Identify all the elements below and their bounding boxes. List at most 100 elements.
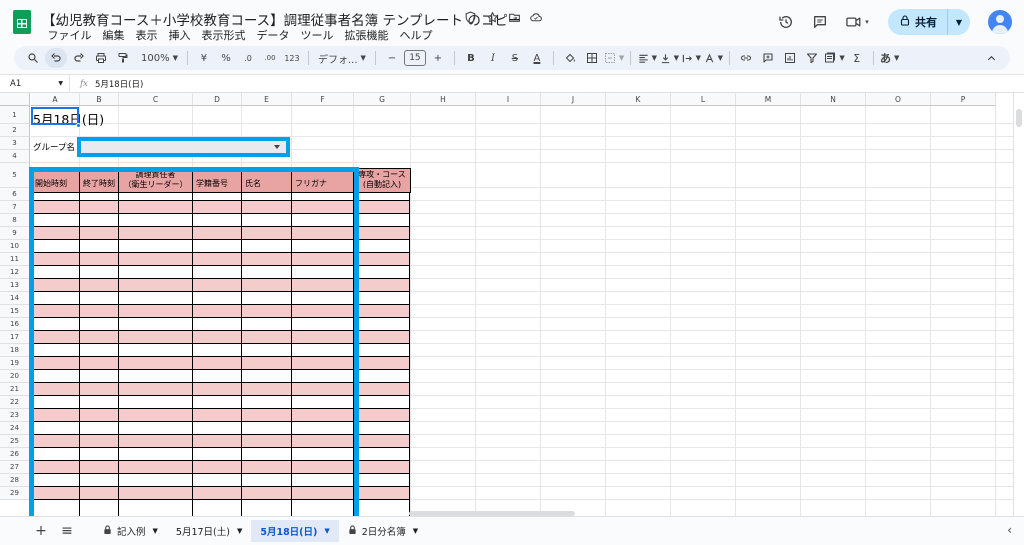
row-header[interactable]: 24 (0, 422, 30, 435)
text-wrap-icon[interactable]: ▼ (681, 48, 701, 68)
menu-view[interactable]: 表示 (130, 27, 163, 43)
star-icon[interactable] (484, 11, 500, 27)
menu-tools[interactable]: ツール (295, 27, 339, 43)
horizontal-align-icon[interactable]: ▼ (637, 48, 657, 68)
text-rotation-icon[interactable]: ▼ (703, 48, 723, 68)
menu-extensions[interactable]: 拡張機能 (339, 27, 394, 43)
row-header[interactable]: 25 (0, 435, 30, 448)
row-header[interactable]: 15 (0, 305, 30, 318)
column-header[interactable]: F (292, 93, 354, 106)
shield-icon[interactable] (462, 11, 478, 27)
row-header[interactable]: 27 (0, 461, 30, 474)
sheet-tab-example[interactable]: 記入例 ▼ (94, 520, 167, 542)
column-header[interactable]: G (354, 93, 411, 106)
row-header[interactable]: 18 (0, 344, 30, 357)
menu-help[interactable]: ヘルプ (394, 27, 438, 43)
row-header[interactable]: 19 (0, 357, 30, 370)
bold-button[interactable]: B (461, 48, 481, 68)
column-header[interactable]: N (801, 93, 866, 106)
add-sheet-icon[interactable]: + (30, 523, 52, 539)
row-header[interactable]: 9 (0, 227, 30, 240)
user-avatar[interactable] (988, 10, 1012, 34)
increase-decimal-button[interactable]: .00 (260, 48, 280, 68)
name-box[interactable]: A1 ▼ (0, 75, 70, 92)
collapse-toolbar-icon[interactable] (981, 48, 1001, 68)
column-header[interactable]: B (80, 93, 119, 106)
column-header[interactable]: I (476, 93, 541, 106)
column-header[interactable]: M (736, 93, 801, 106)
collapse-side-panel-icon[interactable]: ‹ (1007, 523, 1012, 537)
meet-icon[interactable]: ▾ (842, 10, 872, 34)
move-to-folder-icon[interactable] (506, 11, 522, 27)
column-header[interactable]: H (411, 93, 476, 106)
strikethrough-button[interactable]: S (505, 48, 525, 68)
currency-format-button[interactable]: ¥ (194, 48, 214, 68)
font-size-input[interactable]: 15 (403, 48, 426, 68)
row-header[interactable]: 4 (0, 150, 30, 163)
row-header[interactable]: 29 (0, 487, 30, 500)
sheet-tab-two-day-roster[interactable]: 2日分名簿 ▼ (339, 520, 427, 542)
row-header[interactable]: 3 (0, 137, 30, 150)
row-header[interactable]: 28 (0, 474, 30, 487)
sheet-grid[interactable]: A B C D E F G H I J K L M N O P 1 2 3 4 5 6 7 8 9 10 11 12 13 14 15 16 1… (0, 93, 1013, 516)
filter-views-icon[interactable]: ▼ (824, 48, 845, 68)
text-color-button[interactable]: A (527, 48, 547, 68)
row-header[interactable]: 12 (0, 266, 30, 279)
column-header[interactable]: D (193, 93, 242, 106)
menu-format[interactable]: 表示形式 (196, 27, 251, 43)
insert-comment-icon[interactable] (758, 48, 778, 68)
column-header[interactable]: L (671, 93, 736, 106)
column-header[interactable]: O (866, 93, 931, 106)
font-select[interactable]: デフォ... ▼ (315, 48, 369, 68)
comments-icon[interactable] (808, 10, 832, 34)
borders-icon[interactable] (582, 48, 602, 68)
row-header[interactable]: 21 (0, 383, 30, 396)
fill-color-icon[interactable] (560, 48, 580, 68)
row-header[interactable]: 23 (0, 409, 30, 422)
row-header[interactable]: 1 (0, 106, 30, 124)
row-header[interactable]: 2 (0, 124, 30, 137)
decrease-decimal-button[interactable]: .0 (238, 48, 258, 68)
share-button[interactable]: 共有 (888, 9, 948, 35)
input-tools-button[interactable]: あ ▼ (880, 48, 900, 68)
cloud-status-icon[interactable] (528, 11, 544, 27)
share-dropdown-icon[interactable]: ▼ (948, 9, 970, 35)
italic-button[interactable]: I (483, 48, 503, 68)
row-header[interactable]: 10 (0, 240, 30, 253)
decrease-font-size-button[interactable]: − (382, 48, 402, 68)
insert-link-icon[interactable] (736, 48, 756, 68)
print-icon[interactable] (91, 48, 111, 68)
column-header[interactable]: J (541, 93, 606, 106)
row-header[interactable]: 22 (0, 396, 30, 409)
undo-icon[interactable] (45, 48, 67, 68)
row-header[interactable]: 5 (0, 163, 30, 188)
paint-format-icon[interactable] (113, 48, 133, 68)
menu-edit[interactable]: 編集 (97, 27, 130, 43)
percent-format-button[interactable]: % (216, 48, 236, 68)
row-header[interactable]: 20 (0, 370, 30, 383)
sheet-tab-may18[interactable]: 5月18日(日) ▼ (251, 520, 339, 542)
all-sheets-icon[interactable]: ≡ (56, 523, 78, 539)
row-header[interactable]: 16 (0, 318, 30, 331)
menu-insert[interactable]: 挿入 (163, 27, 196, 43)
column-header[interactable]: K (606, 93, 671, 106)
sheets-logo-icon[interactable] (13, 10, 31, 34)
row-header[interactable]: 11 (0, 253, 30, 266)
row-header[interactable]: 17 (0, 331, 30, 344)
vertical-scrollbar[interactable] (1013, 93, 1024, 516)
menu-file[interactable]: ファイル (42, 27, 97, 43)
menu-data[interactable]: データ (251, 27, 295, 43)
row-header[interactable]: 26 (0, 448, 30, 461)
fill-handle[interactable] (76, 123, 81, 128)
zoom-select[interactable]: 100% ▼ (138, 48, 181, 68)
document-title[interactable]: 【幼児教育コース＋小学校教育コース】調理従事者名簿 テンプレート のコピー (42, 9, 521, 29)
row-header[interactable]: 14 (0, 292, 30, 305)
column-header[interactable]: C (119, 93, 193, 106)
select-all-corner[interactable] (0, 93, 30, 106)
row-header[interactable]: 6 (0, 188, 30, 201)
vertical-scroll-thumb[interactable] (1016, 109, 1022, 127)
functions-button[interactable]: Σ (847, 48, 867, 68)
version-history-icon[interactable] (774, 10, 798, 34)
row-header[interactable]: 7 (0, 201, 30, 214)
column-header[interactable]: A (31, 93, 80, 106)
